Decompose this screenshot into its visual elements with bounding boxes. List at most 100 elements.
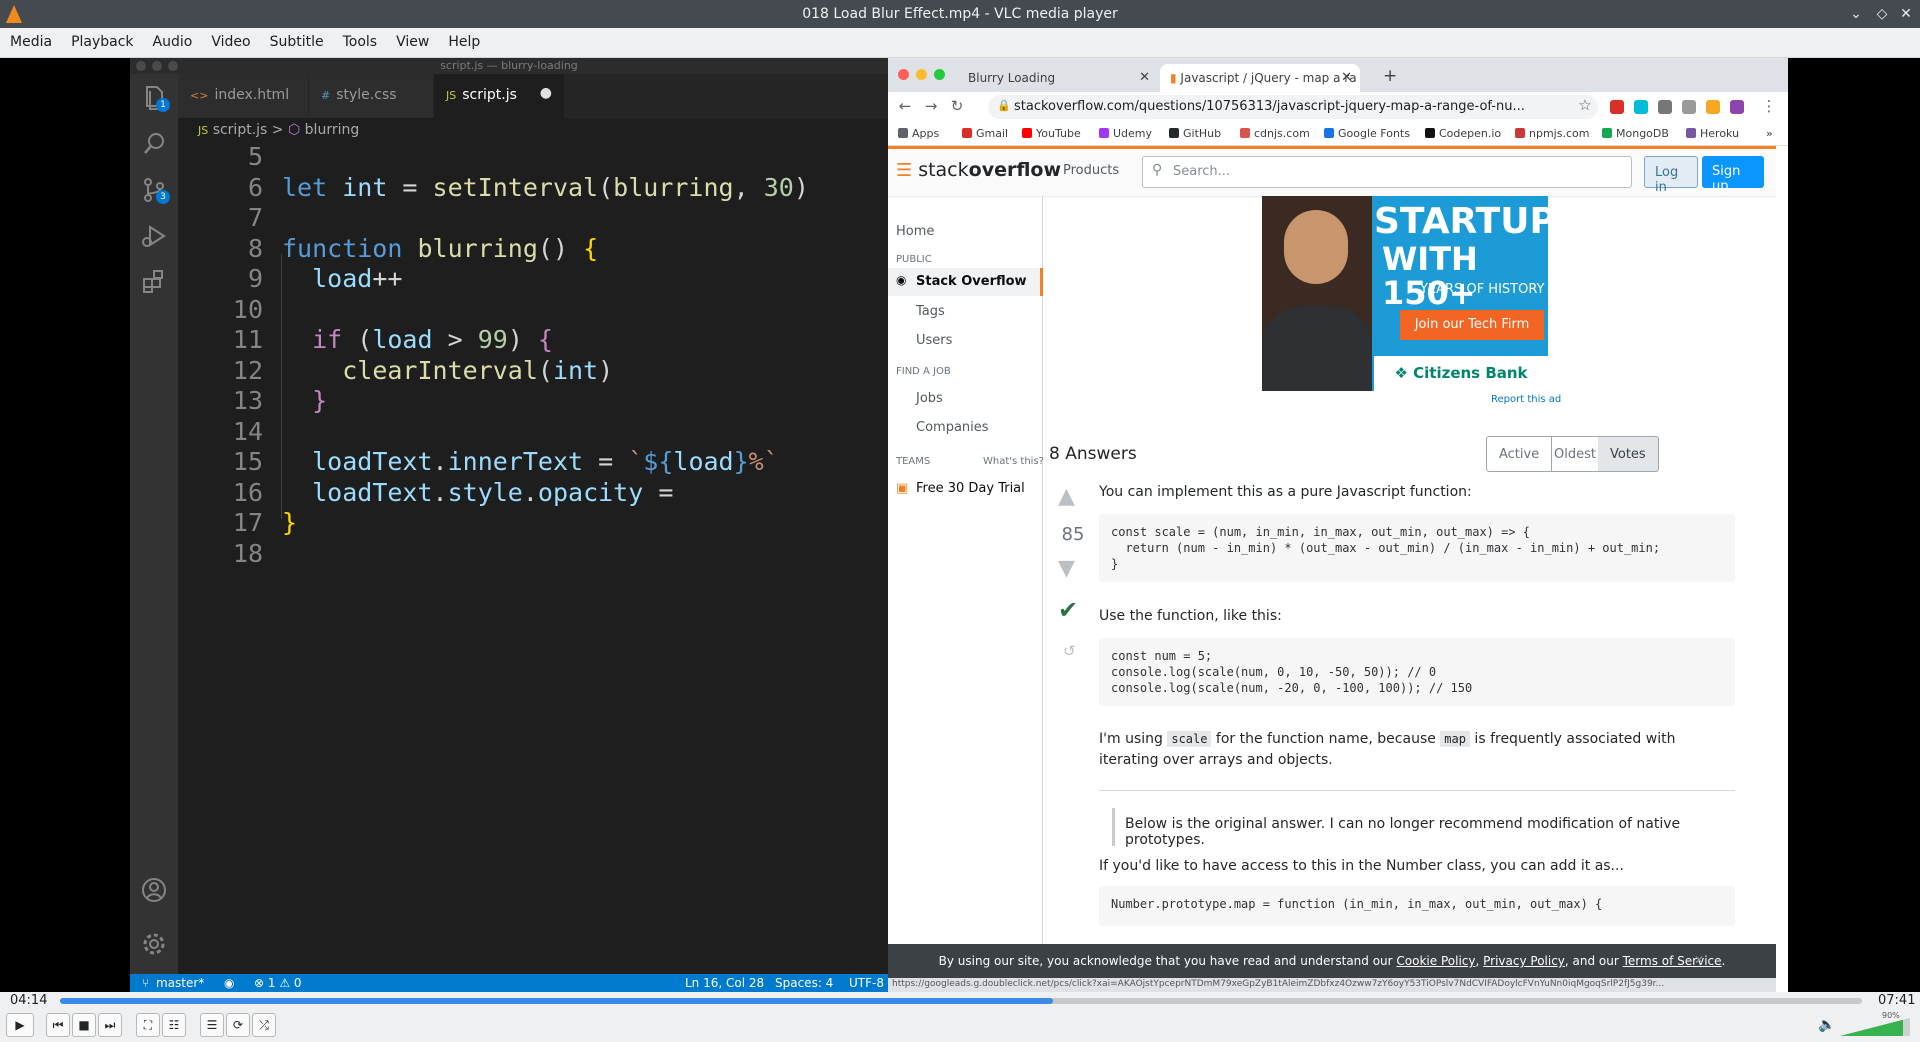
menu-tools[interactable]: Tools — [333, 28, 387, 58]
signup-button[interactable]: Sign up — [1702, 156, 1764, 194]
close-tab-icon[interactable]: ✕ — [1341, 70, 1352, 85]
menu-playback[interactable]: Playback — [61, 28, 142, 58]
extension-icon[interactable] — [1634, 100, 1648, 114]
speaker-icon[interactable]: 🔈 — [1818, 1017, 1835, 1033]
total-time[interactable]: 07:41 — [1878, 993, 1915, 1008]
close-tab-icon[interactable]: ✕ — [1139, 70, 1150, 85]
menu-video[interactable]: Video — [201, 28, 259, 58]
extended-settings-button[interactable]: ☷ — [162, 1013, 186, 1037]
close-icon[interactable]: ✕ — [1896, 4, 1916, 24]
git-branch[interactable]: master* — [156, 976, 204, 990]
nav-jobs[interactable]: Jobs — [916, 391, 943, 406]
tab-script-js[interactable]: JS script.js ● — [434, 74, 564, 118]
ad-cta-button[interactable]: Join our Tech Firm — [1400, 310, 1544, 340]
sort-votes-button[interactable]: Votes — [1598, 436, 1659, 472]
breadcrumb-file[interactable]: script.js — [213, 122, 268, 138]
address-bar[interactable]: 🔒 stackoverflow.com/questions/10756313/j… — [988, 95, 1598, 119]
loop-button[interactable]: ⟳ — [226, 1013, 250, 1037]
advertisement[interactable]: STARTUP WITH 150+ YEARS OF HISTORY Join … — [1262, 196, 1548, 391]
nav-users[interactable]: Users — [916, 333, 952, 348]
extension-icon[interactable] — [1730, 100, 1744, 114]
problems-indicator[interactable]: ⊗ 1 ⚠ 0 — [254, 976, 302, 990]
source-control-icon[interactable]: 3 — [138, 174, 170, 206]
maximize-icon[interactable]: ◇ — [1872, 4, 1892, 24]
bookmark-youtube[interactable]: YouTube — [1022, 127, 1081, 140]
bookmark-google-fonts[interactable]: Google Fonts — [1324, 127, 1410, 140]
bookmark-udemy[interactable]: Udemy — [1099, 127, 1152, 140]
products-link[interactable]: Products — [1063, 163, 1119, 178]
extension-icon[interactable] — [1706, 100, 1720, 114]
extension-icon[interactable] — [1658, 100, 1672, 114]
back-icon[interactable]: ← — [896, 97, 914, 115]
bookmark-npmjs[interactable]: npmjs.com — [1515, 127, 1589, 140]
bookmark-mongodb[interactable]: MongoDB — [1602, 127, 1669, 140]
minimize-window-icon[interactable] — [916, 69, 927, 80]
extension-icon[interactable] — [1610, 100, 1624, 114]
run-debug-icon[interactable] — [138, 220, 170, 252]
previous-button[interactable]: ⏮ — [46, 1013, 70, 1037]
privacy-policy-link[interactable]: Privacy Policy — [1483, 954, 1565, 968]
nav-home[interactable]: Home — [896, 224, 934, 239]
video-frame[interactable]: script.js — blurry-loading 1 3 <> index.… — [0, 58, 1920, 992]
minimize-icon[interactable]: ⌄ — [1846, 4, 1866, 24]
menu-subtitle[interactable]: Subtitle — [260, 28, 333, 58]
settings-gear-icon[interactable] — [138, 928, 170, 960]
more-bookmarks-icon[interactable]: » — [1766, 127, 1773, 140]
so-logo[interactable]: ☰ stackoverflow — [896, 159, 1061, 181]
bookmark-codepen[interactable]: Codepen.io — [1425, 127, 1501, 140]
indentation[interactable]: Spaces: 4 — [775, 976, 833, 990]
zoom-window-icon[interactable] — [934, 69, 945, 80]
play-button[interactable]: ▶ — [6, 1013, 34, 1037]
cookie-policy-link[interactable]: Cookie Policy — [1396, 954, 1475, 968]
history-icon[interactable]: ↺ — [1063, 642, 1076, 660]
tab-style-css[interactable]: # style.css — [309, 74, 433, 118]
playlist-button[interactable]: ☰ — [200, 1013, 224, 1037]
extension-icon[interactable] — [1682, 100, 1696, 114]
encoding[interactable]: UTF-8 — [849, 976, 884, 990]
search-icon[interactable] — [138, 128, 170, 160]
menu-audio[interactable]: Audio — [143, 28, 202, 58]
nav-stackoverflow[interactable]: ◉ Stack Overflow — [888, 268, 1043, 296]
seek-slider[interactable] — [60, 998, 1862, 1004]
shuffle-button[interactable]: ⤮ — [252, 1013, 276, 1037]
browser-tab-stackoverflow[interactable]: ▮ Javascript / jQuery - map a ra ✕ — [1160, 64, 1360, 92]
breadcrumb-symbol[interactable]: blurring — [305, 122, 360, 138]
login-button[interactable]: Log in — [1644, 156, 1698, 195]
upvote-icon[interactable]: ▲ — [1058, 484, 1075, 509]
bookmark-apps[interactable]: Apps — [898, 127, 939, 140]
close-window-icon[interactable] — [898, 69, 909, 80]
next-button[interactable]: ⏭ — [98, 1013, 122, 1037]
cursor-position[interactable]: Ln 16, Col 28 — [685, 976, 764, 990]
code-editor[interactable]: 5 6 let int = setInterval(blurring, 30) 7 8 f… — [178, 142, 888, 974]
more-menu-icon[interactable]: ⋮ — [1760, 97, 1778, 115]
stop-button[interactable]: ■ — [72, 1013, 96, 1037]
menu-help[interactable]: Help — [438, 28, 489, 58]
close-banner-icon[interactable]: ✕ — [1694, 953, 1704, 967]
nav-companies[interactable]: Companies — [916, 420, 989, 435]
menu-view[interactable]: View — [386, 28, 438, 58]
forward-icon[interactable]: → — [922, 97, 940, 115]
whats-this-link[interactable]: What's this? — [983, 456, 1044, 467]
new-tab-icon[interactable]: + — [1383, 66, 1397, 86]
menu-media[interactable]: Media — [0, 28, 61, 58]
explorer-icon[interactable]: 1 — [138, 82, 170, 114]
unsaved-dot-icon[interactable]: ● — [540, 85, 552, 101]
report-ad-link[interactable]: Report this ad — [1491, 394, 1561, 405]
nav-tags[interactable]: Tags — [916, 304, 945, 319]
extensions-icon[interactable] — [138, 266, 170, 298]
search-input[interactable]: ⚲ Search... — [1142, 156, 1632, 188]
bookmark-gmail[interactable]: Gmail — [962, 127, 1008, 140]
account-icon[interactable] — [138, 874, 170, 906]
fullscreen-button[interactable]: ⛶ — [136, 1013, 160, 1037]
bookmark-cdnjs[interactable]: cdnjs.com — [1240, 127, 1310, 140]
bookmark-star-icon[interactable]: ☆ — [1576, 96, 1594, 114]
bookmark-github[interactable]: GitHub — [1169, 127, 1221, 140]
downvote-icon[interactable]: ▼ — [1058, 556, 1075, 581]
volume-slider[interactable]: 90% — [1840, 1011, 1912, 1038]
elapsed-time[interactable]: 04:14 — [10, 993, 47, 1008]
reload-icon[interactable]: ↻ — [948, 97, 966, 115]
browser-tab-blurry-loading[interactable]: Blurry Loading ✕ — [958, 64, 1158, 92]
terms-link[interactable]: Terms of Service — [1623, 954, 1722, 968]
tab-index-html[interactable]: <> index.html — [178, 74, 308, 118]
bookmark-heroku[interactable]: Heroku — [1686, 127, 1739, 140]
